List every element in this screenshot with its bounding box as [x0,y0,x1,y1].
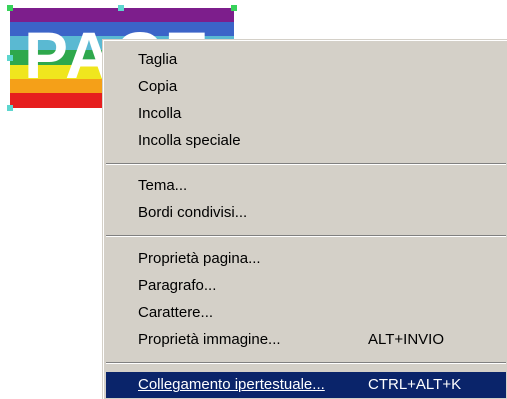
menu-item-font[interactable]: Carattere... [106,300,506,326]
menu-item-paste[interactable]: Incolla [106,101,506,127]
menu-item-label: Taglia [138,51,178,68]
menu-item-label: Copia [138,78,178,95]
menu-item-copy[interactable]: Copia [106,74,506,100]
selection-handle-top-center[interactable] [118,5,124,11]
selection-handle-top-left[interactable] [7,5,13,11]
menu-item-label: Bordi condivisi... [138,204,248,221]
menu-item-label: Proprietà pagina... [138,250,261,267]
menu-item-page-properties[interactable]: Proprietà pagina... [106,246,506,272]
context-menu: Taglia Copia Incolla Incolla speciale Te… [102,39,507,399]
menu-item-label: Collegamento ipertestuale... [138,376,325,393]
menu-item-theme[interactable]: Tema... [106,173,506,199]
menu-item-shortcut: CTRL+ALT+K [368,376,462,393]
selection-handle-bottom-left[interactable] [7,105,13,111]
menu-item-label: Proprietà immagine... [138,331,281,348]
menu-item-label: Tema... [138,177,188,194]
menu-item-label: Paragrafo... [138,277,217,294]
menu-item-label: Carattere... [138,304,214,321]
menu-item-paragraph[interactable]: Paragrafo... [106,273,506,299]
menu-item-label: Incolla [138,105,182,122]
selection-handle-top-right[interactable] [231,5,237,11]
selection-handle-middle-left[interactable] [7,55,13,61]
screen: PACE Taglia Copia Incolla Incolla specia… [0,0,507,399]
menu-item-paste-special[interactable]: Incolla speciale [106,128,506,154]
menu-item-label: Incolla speciale [138,132,241,149]
menu-item-shared-borders[interactable]: Bordi condivisi... [106,200,506,226]
menu-item-shortcut: ALT+INVIO [368,331,444,348]
menu-separator [106,362,506,364]
menu-item-hyperlink[interactable]: Collegamento ipertestuale... CTRL+ALT+K [106,372,506,398]
menu-item-image-properties[interactable]: Proprietà immagine... ALT+INVIO [106,327,506,353]
menu-item-cut[interactable]: Taglia [106,47,506,73]
menu-separator [106,235,506,237]
menu-separator [106,163,506,165]
